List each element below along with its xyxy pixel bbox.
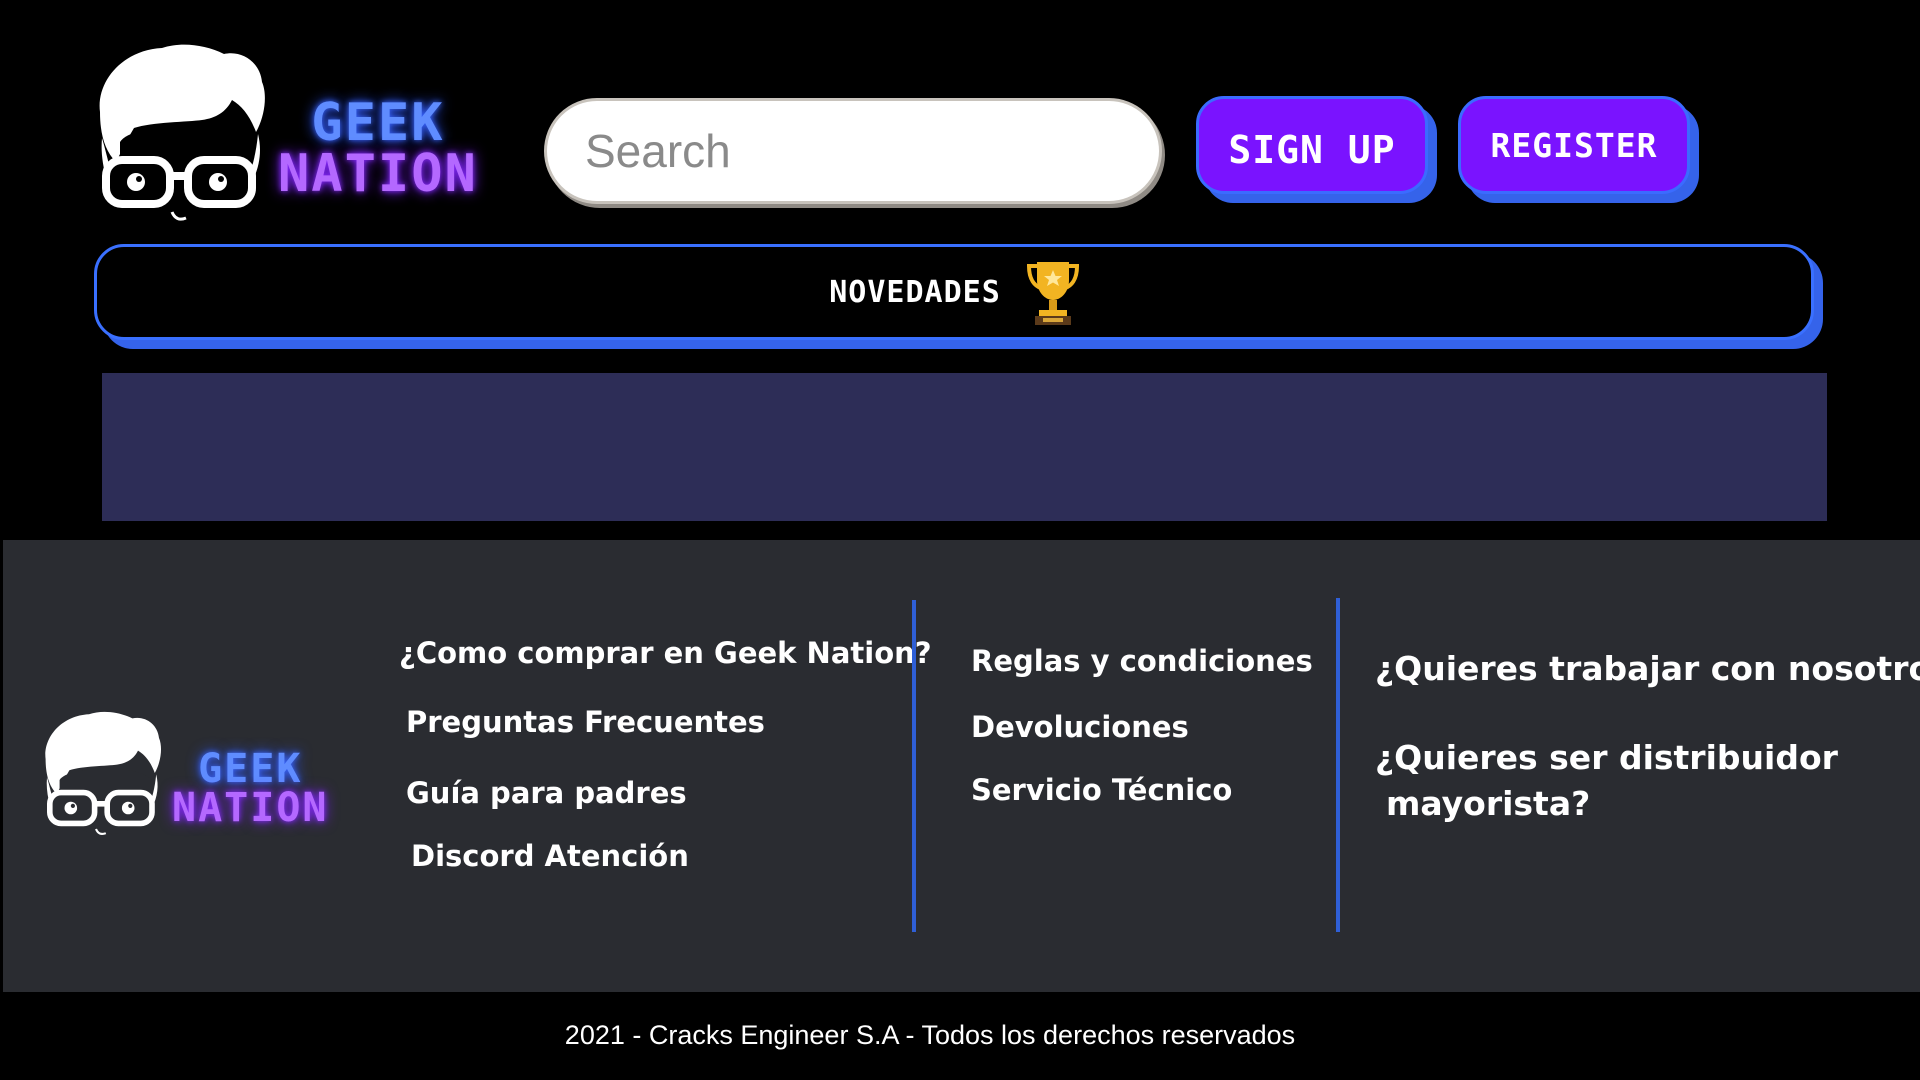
footer-link-discord[interactable]: Discord Atención: [411, 839, 689, 873]
brand-line1: GEEK: [311, 93, 445, 154]
sign-up-button[interactable]: SIGN UP: [1196, 96, 1428, 194]
footer-brand-wordmark: GEEK NATION: [172, 745, 329, 831]
footer-link-devoluciones[interactable]: Devoluciones: [971, 710, 1189, 744]
footer-link-mayorista[interactable]: mayorista?: [1386, 784, 1590, 823]
geek-mascot-icon: [45, 711, 162, 836]
brand-logo[interactable]: GEEK NATION: [92, 42, 478, 222]
copyright-text: 2021 - Cracks Engineer S.A - Todos los d…: [564, 1020, 1296, 1050]
footer-link-reglas[interactable]: Reglas y condiciones: [971, 644, 1313, 678]
footer-link-como-comprar[interactable]: ¿Como comprar en Geek Nation?: [399, 636, 932, 670]
promo-banner: [102, 373, 1827, 521]
trophy-icon: [1026, 262, 1079, 325]
search-bar: [544, 98, 1183, 204]
footer-link-distribuidor[interactable]: ¿Quieres ser distribuidor: [1375, 738, 1838, 777]
footer-brand-line1: GEEK: [198, 745, 303, 792]
footer-divider: [912, 600, 916, 932]
novedades-tab[interactable]: NOVEDADES: [94, 244, 1814, 340]
brand-wordmark: GEEK NATION: [278, 93, 478, 204]
footer-brand-line2: NATION: [172, 785, 329, 831]
register-button[interactable]: REGISTER: [1458, 96, 1690, 194]
footer-brand-logo[interactable]: GEEK NATION: [40, 710, 329, 836]
footer-divider: [1336, 598, 1340, 932]
search-input[interactable]: [585, 124, 1183, 178]
footer-link-trabajar[interactable]: ¿Quieres trabajar con nosotros?: [1375, 649, 1920, 688]
footer-link-preguntas[interactable]: Preguntas Frecuentes: [406, 705, 765, 739]
geek-mascot-icon: [99, 44, 265, 221]
footer-link-guia-padres[interactable]: Guía para padres: [406, 776, 687, 810]
footer-link-servicio-tecnico[interactable]: Servicio Técnico: [971, 773, 1232, 807]
footer: GEEK NATION ¿Como comprar en Geek Nation…: [3, 540, 1920, 992]
brand-line2: NATION: [278, 144, 478, 204]
novedades-label: NOVEDADES: [829, 274, 1001, 310]
